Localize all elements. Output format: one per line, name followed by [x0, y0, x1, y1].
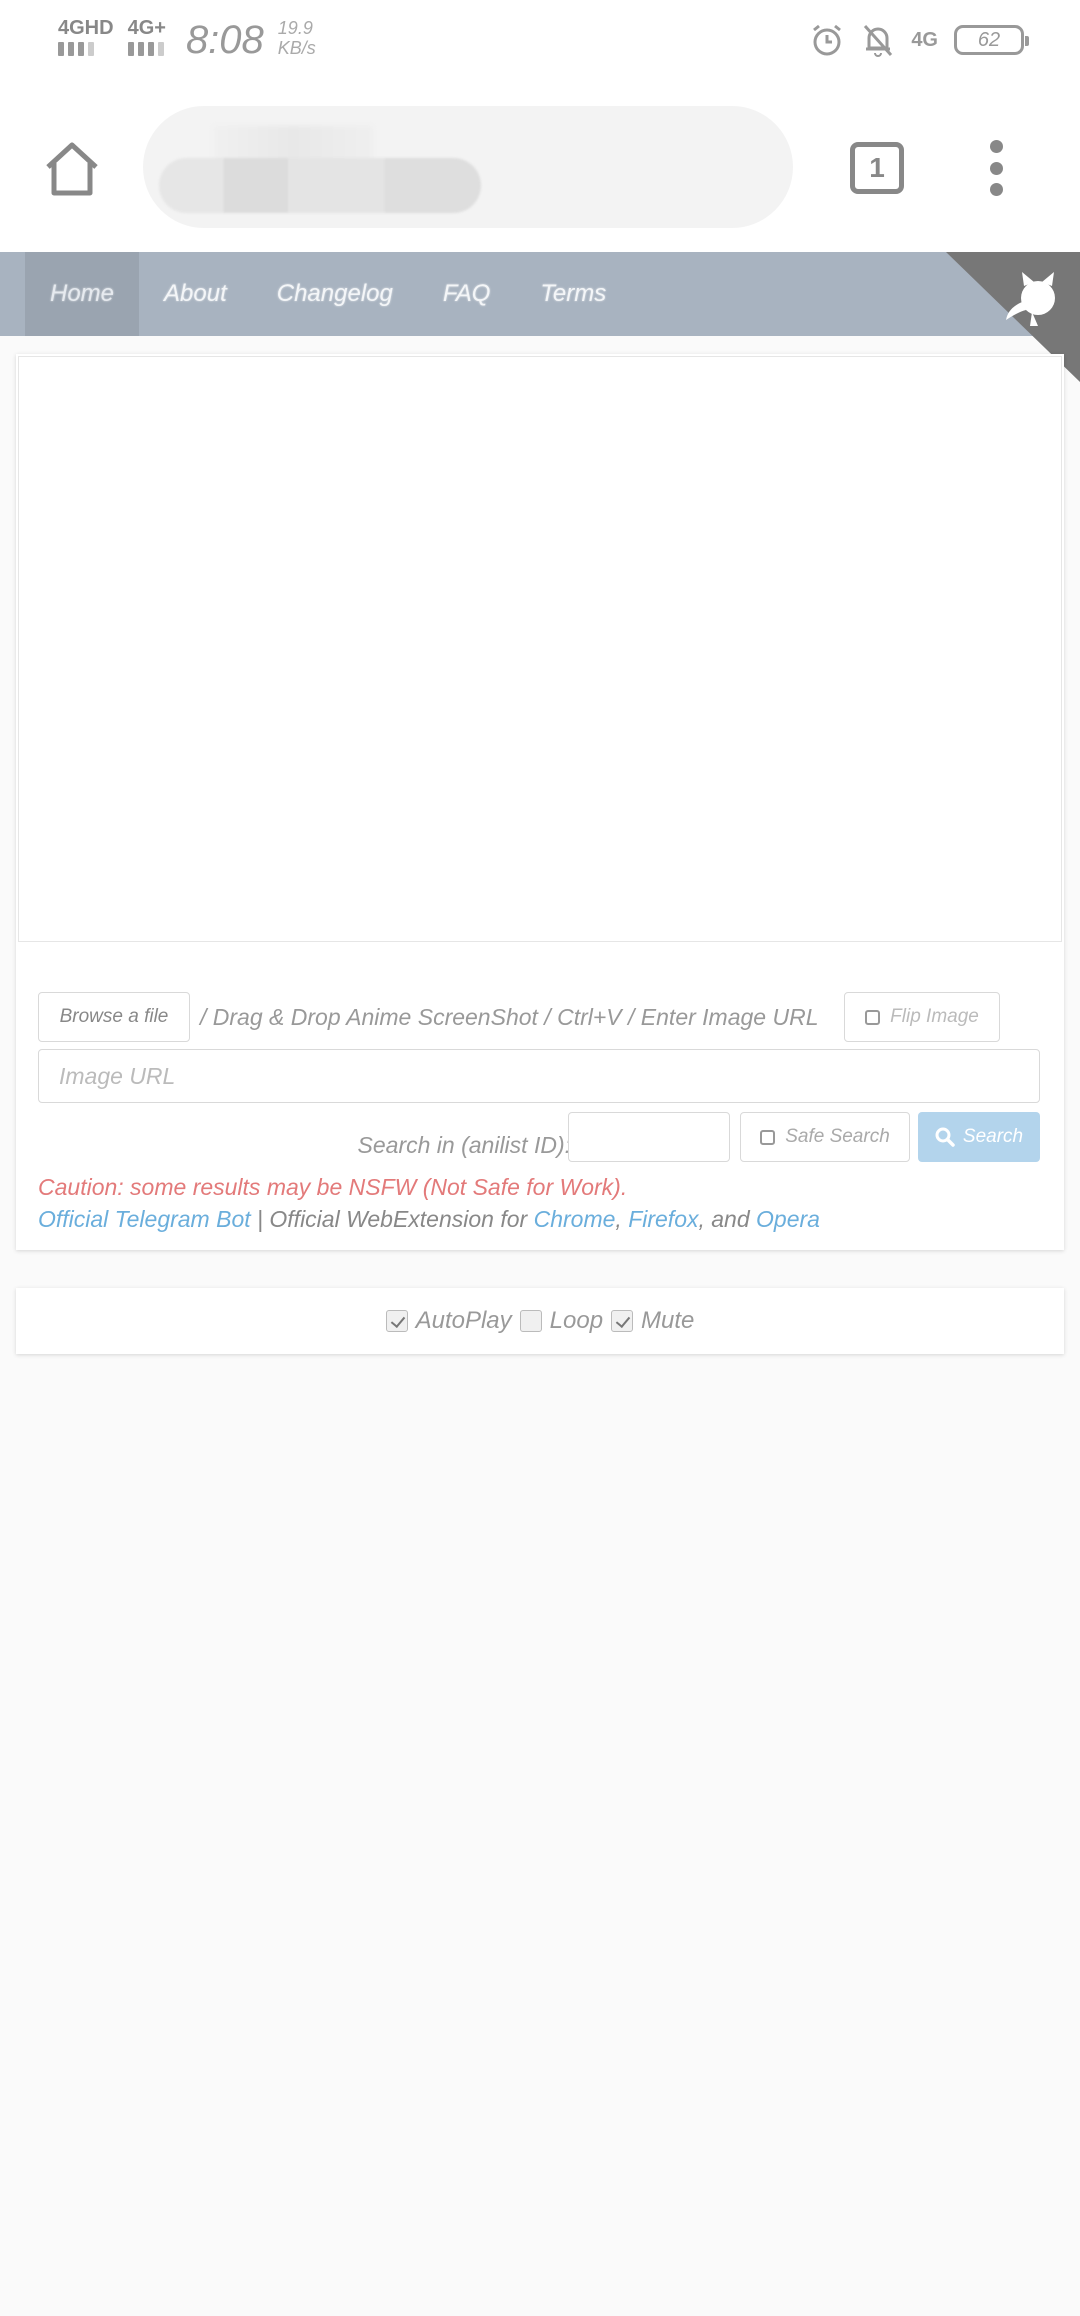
- mute-option[interactable]: Mute: [611, 1307, 694, 1335]
- network-type: 4GHD: [58, 17, 114, 39]
- links-comma: ,: [615, 1206, 629, 1232]
- alarm-icon: [813, 24, 842, 56]
- nav-faq[interactable]: FAQ: [418, 252, 516, 336]
- battery-icon: 62: [954, 25, 1029, 55]
- search-button-label: Search: [962, 1126, 1024, 1147]
- autoplay-option[interactable]: AutoPlay: [385, 1307, 512, 1335]
- loop-option[interactable]: Loop: [519, 1307, 604, 1335]
- loop-label: Loop: [549, 1307, 604, 1334]
- nav-about[interactable]: About: [139, 252, 252, 336]
- mute-label: Mute: [641, 1307, 695, 1334]
- firefox-link[interactable]: Firefox: [628, 1206, 698, 1232]
- anilist-label: Search in (anilist ID):: [357, 1132, 571, 1158]
- video-preview: [18, 356, 1062, 942]
- nav-terms[interactable]: Terms: [515, 252, 631, 336]
- nav-home[interactable]: Home: [25, 252, 140, 336]
- safe-search-toggle[interactable]: Safe Search: [740, 1112, 910, 1162]
- flip-label: Flip Image: [890, 1006, 979, 1027]
- battery-level: 62: [977, 28, 1001, 51]
- search-button[interactable]: Search: [918, 1112, 1040, 1162]
- search-panel: Browse a file / Drag & Drop Anime Screen…: [16, 354, 1064, 1250]
- nsfw-caution: Caution: some results may be NSFW (Not S…: [38, 1174, 628, 1200]
- nav-changelog[interactable]: Changelog: [252, 252, 418, 336]
- speed-value: 19.9: [277, 18, 313, 38]
- chrome-link[interactable]: Chrome: [534, 1206, 616, 1232]
- signal-icon: 4G+: [127, 17, 166, 56]
- upload-instructions: / Drag & Drop Anime ScreenShot / Ctrl+V …: [200, 1003, 819, 1030]
- status-bar: 4GHD 4G+ 8:08 19.9 KB/s 4G 62: [0, 0, 1080, 82]
- loop-checkbox[interactable]: [519, 1310, 542, 1332]
- network-type: 4G+: [127, 17, 166, 39]
- clock: 8:08: [185, 18, 264, 62]
- safe-search-label: Safe Search: [785, 1126, 890, 1147]
- browser-toolbar: 1: [0, 82, 1080, 252]
- links-separator: | Official WebExtension for: [250, 1206, 534, 1232]
- image-url-placeholder: Image URL: [59, 1062, 176, 1089]
- image-url-input[interactable]: Image URL: [38, 1049, 1040, 1103]
- tabs-button[interactable]: 1: [850, 142, 904, 194]
- opera-link[interactable]: Opera: [756, 1206, 820, 1232]
- autoplay-checkbox[interactable]: [385, 1310, 408, 1332]
- flip-image-toggle[interactable]: Flip Image: [844, 992, 1000, 1042]
- mute-checkbox[interactable]: [611, 1310, 634, 1332]
- address-bar[interactable]: [143, 106, 793, 228]
- home-icon[interactable]: [40, 137, 104, 201]
- search-icon: [935, 1127, 955, 1147]
- anilist-id-input[interactable]: [568, 1112, 730, 1162]
- safe-search-checkbox[interactable]: [760, 1129, 776, 1145]
- site-navbar: Home About Changelog FAQ Terms: [0, 252, 1080, 336]
- autoplay-label: AutoPlay: [415, 1307, 512, 1334]
- browse-file-button[interactable]: Browse a file: [38, 992, 190, 1042]
- flip-checkbox[interactable]: [865, 1009, 881, 1025]
- signal-icon: 4GHD: [58, 18, 114, 56]
- links-and: , and: [698, 1206, 757, 1232]
- network-4g-icon: 4G: [911, 29, 938, 51]
- official-links: Official Telegram Bot | Official WebExte…: [38, 1204, 820, 1234]
- tab-count: 1: [869, 152, 885, 183]
- more-menu-icon[interactable]: [982, 140, 1010, 196]
- player-options-panel: AutoPlay Loop Mute: [16, 1288, 1064, 1354]
- telegram-bot-link[interactable]: Official Telegram Bot: [38, 1206, 251, 1232]
- speed-unit: KB/s: [277, 38, 316, 58]
- network-speed: 19.9 KB/s: [278, 18, 316, 58]
- bell-muted-icon: [864, 24, 893, 57]
